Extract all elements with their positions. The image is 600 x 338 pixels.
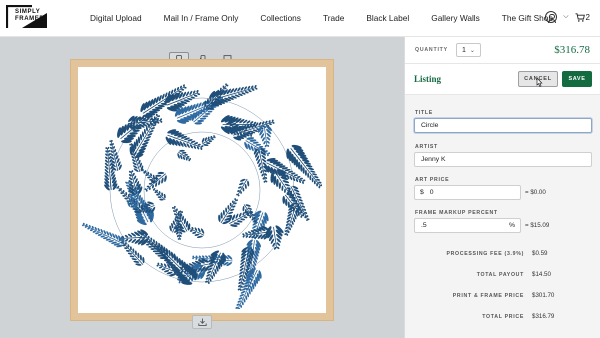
logo-line-2: FRAMED bbox=[15, 16, 45, 22]
percent-suffix: % bbox=[508, 222, 515, 229]
account-area: ⌵ 2 bbox=[545, 11, 590, 23]
markup-value: .5 bbox=[421, 222, 427, 229]
save-button[interactable]: SAVE bbox=[562, 71, 592, 87]
art-price-calc: = $0.00 bbox=[525, 189, 546, 196]
nav-gallery-walls[interactable]: Gallery Walls bbox=[431, 13, 480, 23]
artist-input[interactable]: Jenny K bbox=[414, 152, 592, 167]
main-nav: Digital Upload Mail In / Frame Only Coll… bbox=[90, 13, 553, 23]
logo-line-1: SIMPLY bbox=[15, 9, 41, 15]
artist-label: ARTIST bbox=[415, 144, 438, 150]
nav-black-label[interactable]: Black Label bbox=[366, 13, 409, 23]
nav-digital-upload[interactable]: Digital Upload bbox=[90, 13, 142, 23]
processing-fee-label: PROCESSING FEE (3.9%) bbox=[446, 251, 524, 257]
nav-mail-in[interactable]: Mail In / Frame Only bbox=[164, 13, 239, 23]
listing-title: Listing bbox=[414, 74, 442, 84]
listing-bar: Listing CANCEL SAVE bbox=[405, 64, 600, 95]
currency-prefix: $ bbox=[420, 189, 424, 196]
preview-canvas bbox=[0, 37, 404, 338]
print-frame-price-label: PRINT & FRAME PRICE bbox=[452, 293, 524, 299]
nav-trade[interactable]: Trade bbox=[323, 13, 344, 23]
art-price-label: ART PRICE bbox=[415, 177, 450, 183]
quantity-value: 1 bbox=[462, 46, 466, 54]
fern-wreath-artwork bbox=[82, 83, 322, 309]
art-price-input[interactable]: $ 0 bbox=[414, 185, 521, 200]
title-input[interactable]: Circle bbox=[414, 118, 592, 133]
download-icon[interactable] bbox=[192, 315, 212, 329]
title-label: TITLE bbox=[415, 110, 433, 116]
quantity-select[interactable]: 1 ⌄ bbox=[456, 43, 481, 57]
markup-input[interactable]: .5 % bbox=[414, 218, 521, 233]
logo-text: SIMPLY FRAMED bbox=[15, 9, 44, 23]
order-price: $316.78 bbox=[554, 44, 590, 56]
quantity-label: QUANTITY bbox=[415, 47, 448, 53]
markup-calc: = $15.09 bbox=[525, 222, 550, 229]
total-payout-label: TOTAL PAYOUT bbox=[476, 272, 524, 278]
listing-panel: QUANTITY 1 ⌄ $316.78 Listing CANCEL SAVE… bbox=[404, 37, 600, 338]
cart-icon bbox=[575, 12, 585, 22]
total-price-label: TOTAL PRICE bbox=[482, 314, 524, 320]
print-frame-price-value: $301.70 bbox=[532, 292, 555, 299]
mouse-pointer-icon bbox=[536, 77, 543, 87]
chevron-down-icon[interactable]: ⌵ bbox=[563, 13, 568, 21]
simply-framed-logo[interactable]: SIMPLY FRAMED bbox=[6, 5, 48, 29]
nav-collections[interactable]: Collections bbox=[260, 13, 301, 23]
top-header: SIMPLY FRAMED Digital Upload Mail In / F… bbox=[0, 0, 600, 37]
chevron-down-icon: ⌄ bbox=[469, 47, 475, 54]
processing-fee-value: $0.59 bbox=[532, 250, 548, 257]
cart-button[interactable]: 2 bbox=[575, 13, 590, 22]
total-price-value: $316.79 bbox=[532, 313, 555, 320]
markup-label: FRAME MARKUP PERCENT bbox=[415, 210, 498, 216]
total-payout-value: $14.50 bbox=[532, 271, 551, 278]
cart-count: 2 bbox=[585, 12, 590, 22]
user-icon[interactable] bbox=[545, 11, 558, 23]
picture-frame bbox=[70, 59, 334, 321]
art-price-value: 0 bbox=[429, 189, 434, 196]
quantity-row: QUANTITY 1 ⌄ $316.78 bbox=[405, 37, 600, 64]
frame-mat bbox=[78, 67, 326, 313]
